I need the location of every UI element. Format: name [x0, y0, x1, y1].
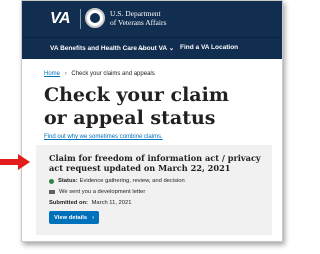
department-name: U.S. Department of Veterans Affairs — [110, 9, 166, 27]
breadcrumb: Home › Check your claims and appeals — [44, 71, 155, 77]
department-line-1: U.S. Department — [110, 9, 161, 18]
combine-claims-link[interactable]: Find out why we sometimes combine claims… — [44, 134, 163, 140]
page-title: Check your claim or appeal status — [44, 84, 229, 129]
chevron-right-icon: › — [92, 214, 95, 221]
red-arrow-icon — [0, 154, 30, 170]
view-details-button[interactable]: View details › — [49, 211, 99, 224]
mail-icon — [49, 189, 55, 195]
va-logo[interactable]: VA — [50, 10, 71, 28]
letter-text: We sent you a development letter — [59, 189, 146, 195]
letter-row: We sent you a development letter — [49, 189, 145, 195]
status-dot-icon — [49, 178, 54, 184]
submitted-value: March 11, 2021 — [91, 200, 132, 206]
status-value: Evidence gathering, review, and decision — [79, 178, 185, 184]
department-line-2: of Veterans Affairs — [110, 18, 167, 27]
nav-find-label: Find a VA Location — [180, 44, 239, 51]
breadcrumb-current: Check your claims and appeals — [71, 71, 155, 77]
nav-benefits-health[interactable]: VA Benefits and Health Care ⌄ — [50, 44, 144, 52]
nav-benefits-label: VA Benefits and Health Care — [50, 45, 138, 52]
va-seal-icon — [85, 8, 105, 28]
main-nav: VA Benefits and Health Care ⌄ About VA ⌄… — [22, 37, 282, 59]
logo-divider — [80, 9, 81, 29]
status-label: Status: — [58, 178, 78, 184]
submitted-label: Submitted on: — [49, 200, 88, 206]
claim-status-row: Status: Evidence gathering, review, and … — [49, 178, 185, 184]
nav-about-va[interactable]: About VA ⌄ — [138, 44, 174, 52]
breadcrumb-home[interactable]: Home — [44, 71, 60, 77]
site-header: VA U.S. Department of Veterans Affairs — [22, 1, 282, 37]
breadcrumb-separator: › — [64, 71, 67, 77]
claim-title: Claim for freedom of information act / p… — [49, 153, 261, 173]
nav-about-label: About VA — [138, 45, 167, 52]
chevron-down-icon: ⌄ — [168, 45, 175, 52]
nav-find-location[interactable]: Find a VA Location — [180, 44, 238, 51]
view-details-label: View details — [53, 214, 88, 221]
submitted-row: Submitted on: March 11, 2021 — [49, 200, 131, 206]
